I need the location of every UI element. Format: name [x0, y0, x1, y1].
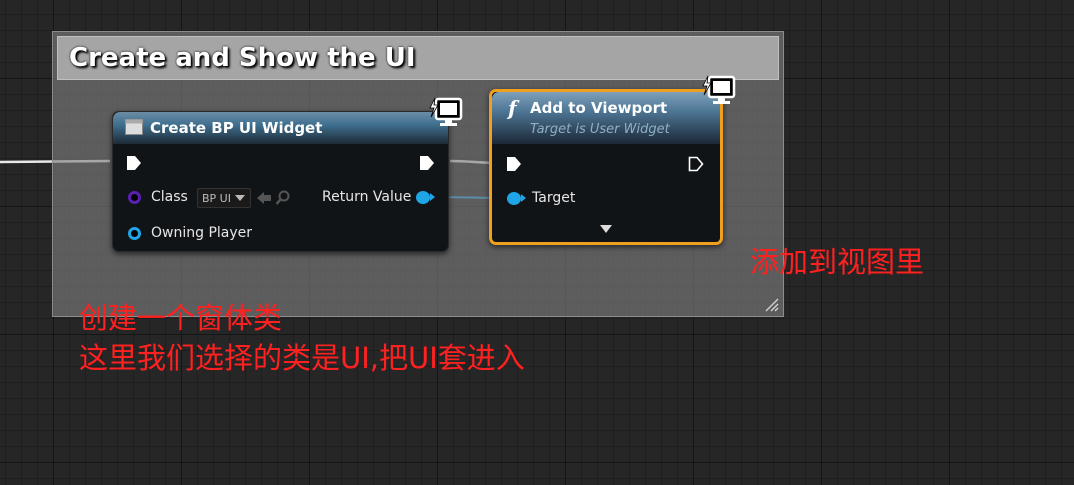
annotation-line-2: 这里我们选择的类是UI,把UI套进入	[79, 341, 525, 375]
add-to-viewport-title: Add to Viewport	[530, 99, 668, 117]
server-client-icon	[429, 97, 463, 126]
viewport-exec-out-pin[interactable]	[688, 156, 704, 172]
return-value-pin[interactable]	[416, 191, 430, 204]
class-dropdown[interactable]: BP UI	[197, 188, 251, 208]
return-value-label: Return Value	[322, 189, 412, 205]
client-only-icon	[702, 75, 736, 104]
return-value-pin-arrow	[430, 193, 435, 201]
use-selected-arrow-icon[interactable]	[256, 191, 272, 205]
add-to-viewport-subtitle: Target is User Widget	[530, 122, 670, 137]
add-to-viewport-header: f Add to Viewport Target is User Widget	[492, 92, 720, 144]
add-to-viewport-node[interactable]: f Add to Viewport Target is User Widget …	[489, 89, 723, 245]
widget-icon	[125, 119, 143, 135]
resize-grip-icon[interactable]	[763, 296, 779, 312]
expand-arrow-icon[interactable]	[599, 224, 613, 234]
create-widget-node[interactable]: Create BP UI Widget Class BP UI Return V…	[112, 111, 449, 252]
viewport-exec-in-pin[interactable]	[506, 156, 522, 172]
create-widget-node-header: Create BP UI Widget	[113, 112, 448, 144]
owning-player-label: Owning Player	[151, 225, 253, 241]
create-widget-title: Create BP UI Widget	[150, 119, 323, 137]
class-pin[interactable]	[128, 191, 141, 204]
comment-title[interactable]: Create and Show the UI	[57, 36, 779, 80]
function-icon: f	[508, 96, 517, 120]
chevron-down-icon	[234, 195, 245, 201]
target-pin-arrow	[521, 194, 526, 202]
annotation-add-to-view: 添加到视图里	[750, 245, 925, 279]
browse-magnifier-icon[interactable]	[275, 190, 291, 206]
target-label: Target	[532, 190, 576, 206]
class-dropdown-value: BP UI	[202, 191, 231, 205]
target-pin[interactable]	[507, 192, 521, 205]
annotation-line-1: 创建一个窗体类	[79, 301, 283, 335]
exec-in-pin[interactable]	[126, 155, 142, 171]
class-label: Class	[151, 189, 188, 205]
exec-out-pin[interactable]	[419, 155, 435, 171]
owning-player-pin[interactable]	[128, 227, 141, 240]
